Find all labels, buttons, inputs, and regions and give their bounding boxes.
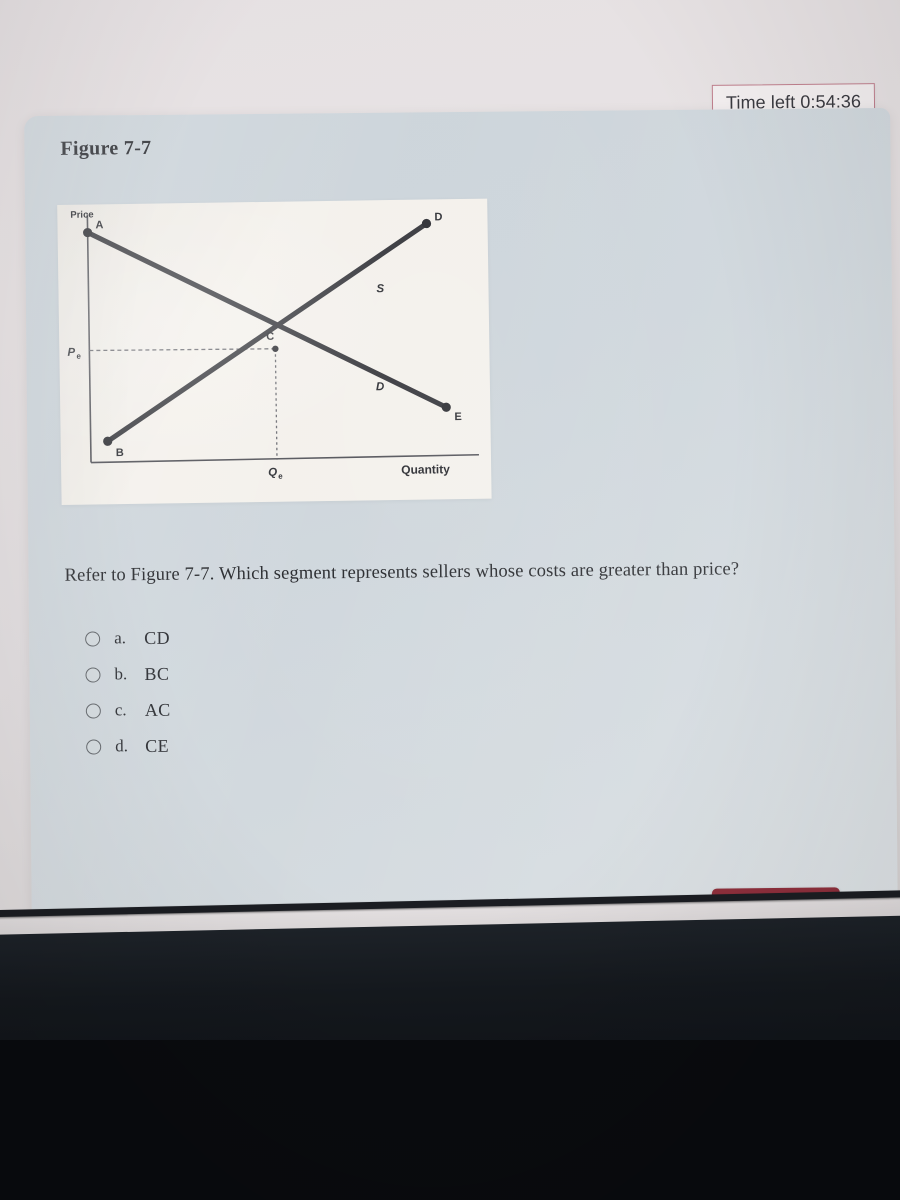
option-a-key: a. — [114, 628, 127, 648]
answer-option-a[interactable]: a. CD — [85, 620, 170, 657]
svg-text:D: D — [434, 211, 442, 223]
option-b-value: BC — [144, 663, 170, 684]
screen-photograph: Time left 0:54:36 Figure 7-7 Price A B C… — [0, 0, 900, 1200]
radio-button-a-icon[interactable] — [85, 630, 101, 647]
radio-button-c-icon[interactable] — [85, 702, 101, 719]
svg-text:e: e — [278, 472, 283, 481]
option-d-value: CE — [145, 735, 170, 756]
option-c-key: c. — [114, 700, 127, 720]
svg-text:Q: Q — [268, 467, 277, 479]
answer-option-c[interactable]: c. AC — [85, 692, 171, 729]
quiz-page-panel: Figure 7-7 Price A B C D E S D P e Q e Q… — [24, 107, 898, 927]
question-text: Refer to Figure 7-7. Which segment repre… — [64, 559, 740, 586]
radio-button-b-icon[interactable] — [85, 666, 101, 683]
option-a-value: CD — [144, 627, 171, 648]
price-axis-label: Price — [70, 209, 94, 221]
figure-image: Price A B C D E S D P e Q e Quantity — [57, 198, 492, 505]
svg-text:P: P — [67, 347, 75, 359]
option-c-value: AC — [144, 699, 171, 720]
option-d-key: d. — [115, 736, 129, 756]
svg-text:S: S — [376, 283, 384, 295]
svg-text:D: D — [376, 381, 384, 393]
svg-text:E: E — [454, 411, 462, 423]
radio-button-d-icon[interactable] — [86, 738, 102, 755]
answer-options-list: a. CD b. BC c. AC d. CE — [85, 620, 171, 765]
answer-option-d[interactable]: d. CE — [86, 728, 171, 765]
answer-option-b[interactable]: b. BC — [85, 656, 170, 693]
supply-demand-diagram: A B C D E S D P e Q e Quantity — [67, 211, 479, 481]
svg-text:C: C — [266, 331, 274, 343]
option-b-key: b. — [114, 664, 128, 684]
svg-text:e: e — [76, 352, 81, 361]
svg-text:A: A — [95, 219, 103, 231]
bottom-dark-fill — [0, 1040, 900, 1200]
figure-title: Figure 7-7 — [60, 136, 152, 160]
svg-text:Quantity: Quantity — [401, 462, 450, 477]
svg-text:B: B — [116, 447, 124, 459]
